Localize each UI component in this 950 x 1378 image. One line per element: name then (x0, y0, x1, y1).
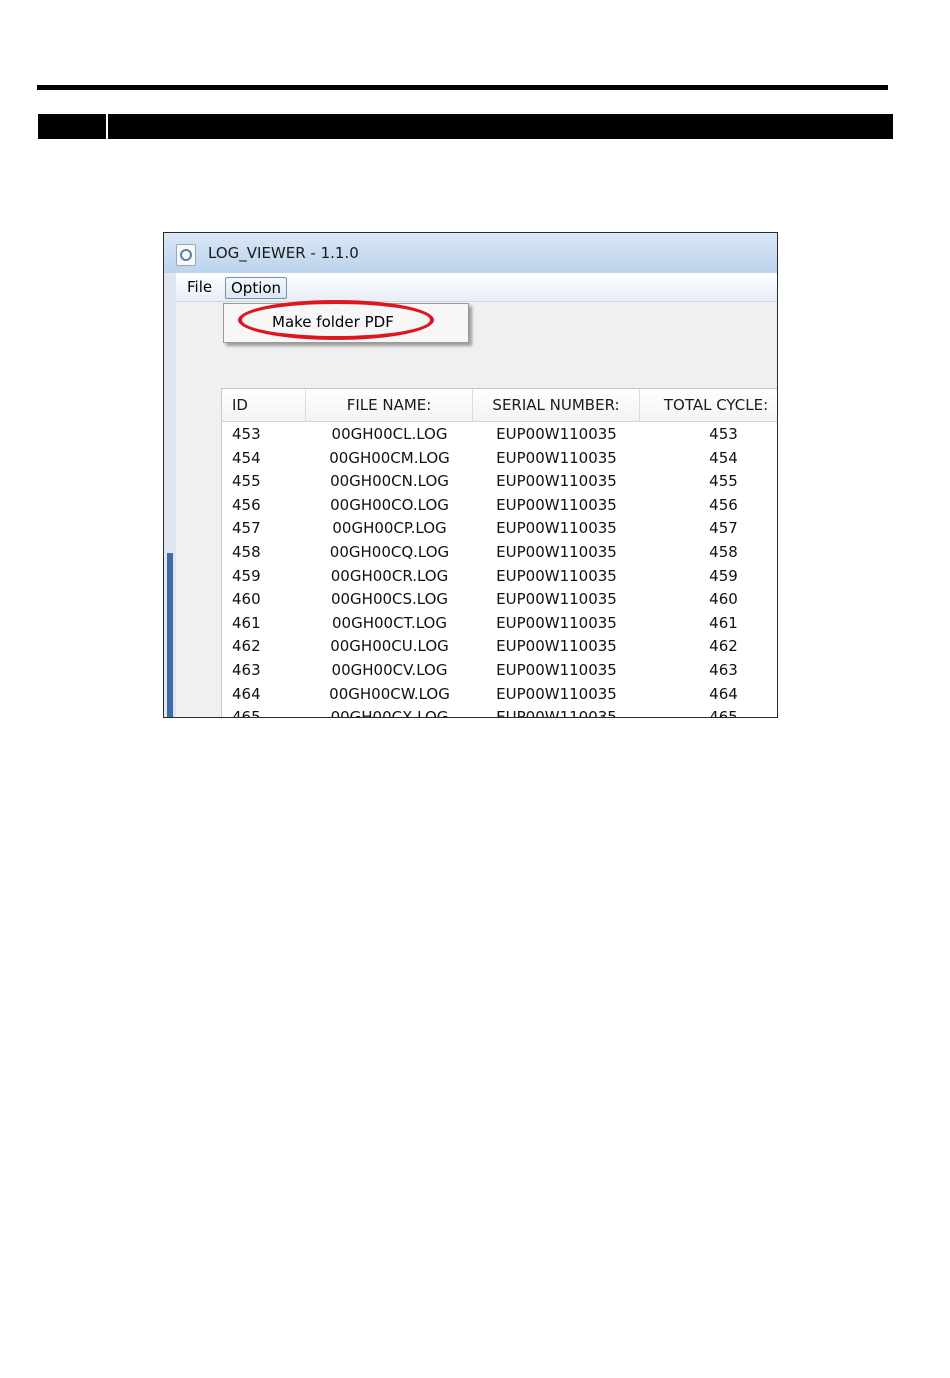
cell-serial-number: EUP00W110035 (496, 425, 617, 443)
table-row[interactable]: 459 00GH00CR.LOG EUP00W110035 459 (222, 564, 777, 588)
cell-file-name: 00GH00CW.LOG (329, 684, 450, 703)
cell-total-cycle: 457 (709, 519, 738, 538)
cell-file-name: 00GH00CP.LOG (332, 519, 447, 538)
cell-total-cycle: 462 (709, 637, 738, 656)
cell-file-name: 00GH00CX.LOG (330, 708, 449, 718)
cell-file-name: 00GH00CT.LOG (332, 613, 447, 632)
app-icon (176, 244, 196, 266)
top-rule (37, 85, 888, 90)
cell-total-cycle: 464 (709, 684, 738, 703)
column-header-id[interactable]: ID (222, 389, 306, 421)
cell-file-name: 00GH00CS.LOG (330, 590, 449, 609)
table-row[interactable]: 455 00GH00CN.LOG EUP00W110035 455 (222, 469, 777, 493)
table-row[interactable]: 456 00GH00CO.LOG EUP00W110035 456 (222, 493, 777, 517)
cell-id: 460 (232, 590, 261, 609)
cell-id: 454 (232, 448, 261, 467)
cell-id: 463 (232, 660, 261, 679)
table-body: 453 00GH00CL.LOG EUP00W110035 453 454 00GH00… (222, 422, 777, 718)
cell-total-cycle: 463 (709, 660, 738, 679)
cell-file-name: 00GH00CQ.LOG (329, 542, 450, 561)
cell-serial-number: EUP00W110035 (496, 708, 617, 718)
cell-serial-number: EUP00W110035 (496, 448, 617, 467)
cell-file-name: 00GH00CO.LOG (330, 495, 449, 514)
cell-total-cycle: 459 (709, 566, 738, 585)
cell-total-cycle: 454 (709, 448, 738, 467)
cell-serial-number: EUP00W110035 (496, 542, 617, 561)
cell-file-name: 00GH00CL.LOG (331, 425, 448, 443)
table-row[interactable]: 454 00GH00CM.LOG EUP00W110035 454 (222, 446, 777, 470)
table-row[interactable]: 461 00GH00CT.LOG EUP00W110035 461 (222, 611, 777, 635)
cell-serial-number: EUP00W110035 (496, 566, 617, 585)
cell-total-cycle: 453 (709, 425, 738, 443)
cell-total-cycle: 456 (709, 495, 738, 514)
menu-bar: File Option (164, 273, 777, 302)
cell-serial-number: EUP00W110035 (496, 684, 617, 703)
cell-id: 465 (232, 708, 261, 718)
table-row[interactable]: 458 00GH00CQ.LOG EUP00W110035 458 (222, 540, 777, 564)
cell-file-name: 00GH00CM.LOG (329, 448, 450, 467)
cell-serial-number: EUP00W110035 (496, 519, 617, 538)
table-row[interactable]: 464 00GH00CW.LOG EUP00W110035 464 (222, 682, 777, 706)
cell-total-cycle: 458 (709, 542, 738, 561)
table-row[interactable]: 465 00GH00CX.LOG EUP00W110035 465 (222, 705, 777, 718)
cell-file-name: 00GH00CN.LOG (330, 472, 449, 491)
cell-serial-number: EUP00W110035 (496, 637, 617, 656)
cell-id: 461 (232, 613, 261, 632)
section-header-bar (38, 114, 893, 139)
menu-option[interactable]: Option (225, 277, 288, 299)
cell-total-cycle: 461 (709, 613, 738, 632)
cell-id: 455 (232, 472, 261, 491)
left-edge-strip (164, 273, 176, 717)
cell-serial-number: EUP00W110035 (496, 613, 617, 632)
cell-id: 458 (232, 542, 261, 561)
column-header-file-name[interactable]: FILE NAME: (306, 389, 473, 421)
column-header-serial-number[interactable]: SERIAL NUMBER: (473, 389, 640, 421)
section-header-divider (106, 114, 108, 139)
table-row[interactable]: 453 00GH00CL.LOG EUP00W110035 453 (222, 422, 777, 446)
cell-serial-number: EUP00W110035 (496, 495, 617, 514)
cell-serial-number: EUP00W110035 (496, 472, 617, 491)
window-title: LOG_VIEWER - 1.1.0 (208, 244, 359, 262)
cell-id: 464 (232, 684, 261, 703)
highlight-ellipse (238, 300, 434, 340)
table-row[interactable]: 457 00GH00CP.LOG EUP00W110035 457 (222, 516, 777, 540)
cell-total-cycle: 465 (709, 708, 738, 718)
cell-file-name: 00GH00CU.LOG (330, 637, 449, 656)
cell-serial-number: EUP00W110035 (496, 660, 617, 679)
left-edge-accent (167, 553, 173, 717)
cell-id: 459 (232, 566, 261, 585)
title-bar: LOG_VIEWER - 1.1.0 (164, 233, 777, 273)
menu-file[interactable]: File (182, 277, 217, 297)
cell-total-cycle: 460 (709, 590, 738, 609)
table-row[interactable]: 462 00GH00CU.LOG EUP00W110035 462 (222, 634, 777, 658)
cell-file-name: 00GH00CV.LOG (331, 660, 448, 679)
cell-total-cycle: 455 (709, 472, 738, 491)
table-row[interactable]: 463 00GH00CV.LOG EUP00W110035 463 (222, 658, 777, 682)
log-table: ID FILE NAME: SERIAL NUMBER: TOTAL CYCLE… (221, 388, 777, 718)
table-row[interactable]: 460 00GH00CS.LOG EUP00W110035 460 (222, 587, 777, 611)
cell-id: 453 (232, 425, 261, 443)
column-header-total-cycle[interactable]: TOTAL CYCLE: (640, 389, 777, 421)
cell-id: 456 (232, 495, 261, 514)
cell-serial-number: EUP00W110035 (496, 590, 617, 609)
table-header: ID FILE NAME: SERIAL NUMBER: TOTAL CYCLE… (222, 389, 777, 422)
cell-file-name: 00GH00CR.LOG (330, 566, 449, 585)
app-window: LOG_VIEWER - 1.1.0 File Option ID FILE N… (163, 232, 778, 718)
cell-id: 457 (232, 519, 261, 538)
cell-id: 462 (232, 637, 261, 656)
